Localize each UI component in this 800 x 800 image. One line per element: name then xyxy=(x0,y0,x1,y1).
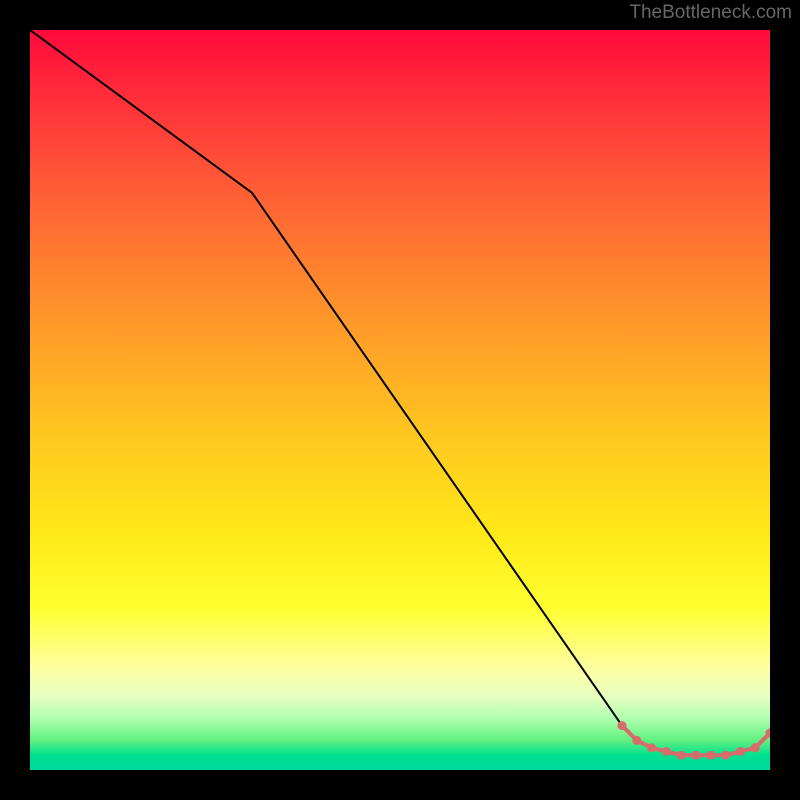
marker-point xyxy=(706,751,715,760)
marker-point xyxy=(721,751,730,760)
chart-plot-area xyxy=(30,30,770,770)
watermark-text: TheBottleneck.com xyxy=(629,2,792,24)
marker-point xyxy=(692,751,701,760)
marker-point xyxy=(662,747,671,756)
marker-point xyxy=(677,751,686,760)
marker-point xyxy=(618,721,627,730)
marker-point xyxy=(736,747,745,756)
marker-point xyxy=(751,743,760,752)
chart-svg xyxy=(30,30,770,770)
marker-point xyxy=(632,736,641,745)
series-main-curve xyxy=(30,30,770,755)
marker-point xyxy=(647,743,656,752)
